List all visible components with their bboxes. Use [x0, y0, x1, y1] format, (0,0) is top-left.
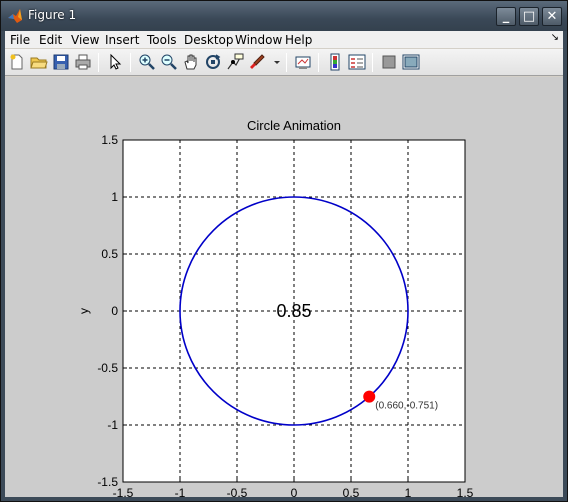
marker-point	[363, 390, 376, 403]
chart-title: Circle Animation	[247, 118, 341, 133]
figure-canvas[interactable]: -1.5 -1 -0.5 0 0.5 1 1.5 1.5 1 0.5 0 -0.5 -1 -1.5 (0.…	[5, 77, 563, 497]
menu-help[interactable]: Help	[285, 33, 312, 47]
minimize-button[interactable]: _	[496, 7, 516, 26]
dock-arrow-icon[interactable]: ↘	[551, 32, 559, 43]
y-tick-label: 0.5	[101, 247, 118, 261]
x-tick-label: 0	[291, 486, 298, 497]
y-tick-label: 0	[111, 304, 118, 318]
hide-plot-tools-icon[interactable]	[380, 53, 398, 71]
menu-bar: File Edit View Insert Tools Desktop Wind…	[5, 31, 563, 48]
menu-file[interactable]: File	[10, 33, 30, 47]
matlab-logo-icon	[8, 9, 22, 23]
x-tick-label: 1	[405, 486, 412, 497]
center-value-text: 0.85	[276, 301, 311, 321]
title-bar[interactable]: Figure 1 _ □ ✕	[1, 1, 567, 31]
rotate-3d-icon[interactable]	[204, 53, 222, 71]
show-plot-tools-icon[interactable]	[402, 53, 420, 71]
x-tick-label: 1.5	[457, 486, 474, 497]
zoom-in-icon[interactable]	[138, 53, 156, 71]
axes-chart[interactable]: -1.5 -1 -0.5 0 0.5 1 1.51.510.50-0.5-1-1.5 (0.…	[5, 77, 563, 497]
close-button[interactable]: ✕	[542, 7, 562, 26]
pan-hand-icon[interactable]	[182, 53, 200, 71]
menu-desktop[interactable]: Desktop	[184, 33, 234, 47]
menu-edit[interactable]: Edit	[39, 33, 62, 47]
menu-view[interactable]: View	[71, 33, 99, 47]
figure-window: Figure 1 _ □ ✕ File Edit View Insert Too…	[0, 0, 568, 502]
zoom-out-icon[interactable]	[160, 53, 178, 71]
figure-client-area: File Edit View Insert Tools Desktop Wind…	[5, 31, 563, 497]
x-tick-label: -0.5	[227, 486, 248, 497]
maximize-button[interactable]: □	[519, 7, 539, 26]
new-figure-icon[interactable]	[8, 53, 26, 71]
menu-insert[interactable]: Insert	[105, 33, 139, 47]
y-tick-label: -0.5	[97, 361, 118, 375]
insert-colorbar-icon[interactable]	[326, 53, 344, 71]
x-tick-label: -1	[175, 486, 186, 497]
x-tick-label: 0.5	[343, 486, 360, 497]
y-tick-label: -1.5	[97, 475, 118, 489]
menu-tools[interactable]: Tools	[147, 33, 177, 47]
y-axis-label: y	[77, 308, 91, 314]
figure-toolbar	[5, 49, 563, 76]
menu-window[interactable]: Window	[235, 33, 282, 47]
open-file-icon[interactable]	[30, 53, 48, 71]
insert-legend-icon[interactable]	[348, 53, 366, 71]
brush-icon[interactable]	[248, 53, 266, 71]
print-figure-icon[interactable]	[74, 53, 92, 71]
y-tick-label: -1	[107, 418, 118, 432]
brush-dropdown-icon[interactable]	[268, 53, 280, 71]
y-tick-label: 1.5	[101, 133, 118, 147]
marker-coordinate-label: (0.660,-0.751)	[375, 401, 438, 412]
link-plot-icon[interactable]	[294, 53, 312, 71]
y-tick-label: 1	[111, 190, 118, 204]
save-figure-icon[interactable]	[52, 53, 70, 71]
window-title: Figure 1	[28, 8, 77, 22]
edit-plot-arrow-icon[interactable]	[106, 53, 124, 71]
data-cursor-icon[interactable]	[226, 53, 244, 71]
